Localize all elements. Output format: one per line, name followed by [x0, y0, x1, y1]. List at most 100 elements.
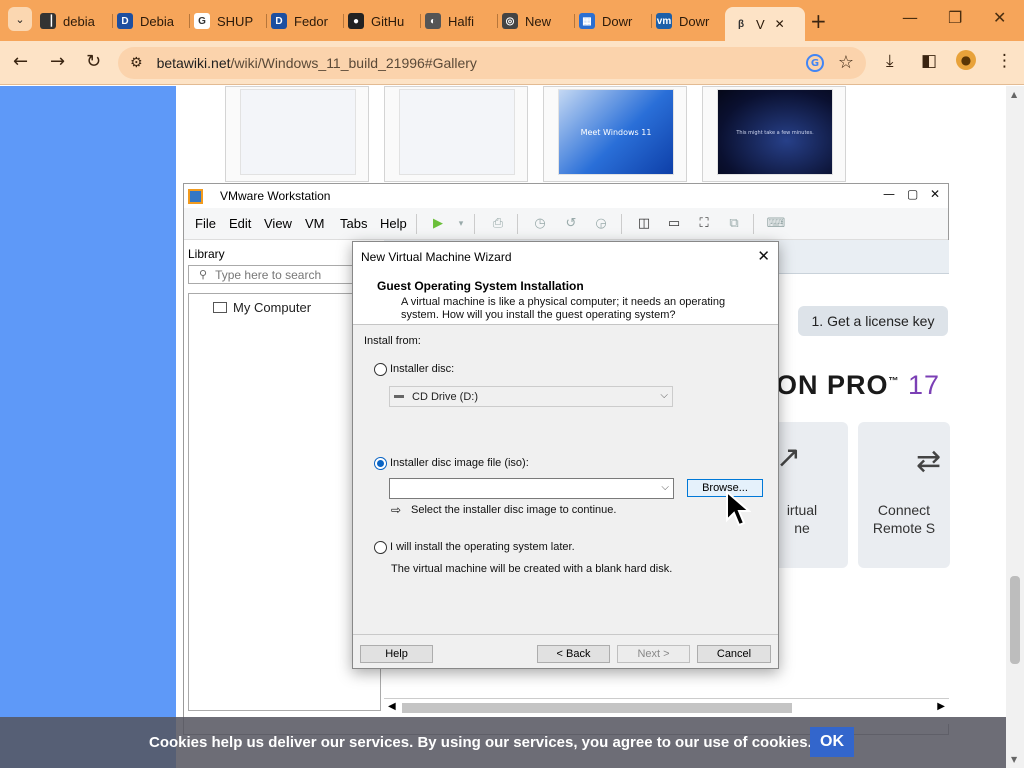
iso-path-input[interactable]: ⌵	[389, 478, 674, 499]
back-button[interactable]: < Back	[537, 645, 610, 663]
bookmark-star-icon[interactable]: ☆	[838, 52, 854, 73]
connect-remote-server-card[interactable]: ⇄ Connect Remote S	[858, 422, 950, 568]
product-name: ON PRO	[776, 370, 889, 400]
menu-icon[interactable]: ⋮	[996, 51, 1013, 71]
tab-label: New	[525, 13, 552, 29]
vm-minimize-icon[interactable]: —	[883, 187, 895, 201]
menu-tabs[interactable]: Tabs	[340, 216, 367, 231]
thumbnail-bar-icon[interactable]: ▭	[665, 215, 683, 232]
send-ctrl-alt-del-icon[interactable]: ⎙	[489, 215, 507, 232]
back-icon[interactable]: ←	[13, 51, 28, 72]
revert-snapshot-icon[interactable]: ↺	[562, 215, 580, 232]
side-panel-icon[interactable]: ◧	[921, 51, 937, 71]
chevron-down-icon[interactable]: ⌵	[661, 482, 669, 493]
site-info-icon[interactable]: ⚙	[130, 55, 143, 71]
browser-tab[interactable]: ◐ Halfi	[425, 7, 494, 35]
browser-tab[interactable]: G SHUP	[194, 7, 263, 35]
browser-tab[interactable]: β V ✕	[725, 7, 805, 41]
google-lens-icon[interactable]: G	[806, 54, 824, 72]
cookie-ok-button[interactable]: OK	[810, 727, 854, 757]
wizard-close-icon[interactable]: ✕	[757, 247, 770, 265]
cancel-button[interactable]: Cancel	[697, 645, 771, 663]
scrollbar-thumb[interactable]	[1010, 576, 1020, 664]
gallery-item[interactable]	[225, 86, 369, 182]
power-on-icon[interactable]: ▶	[429, 215, 447, 232]
installer-disc-label[interactable]: Installer disc:	[390, 363, 454, 375]
profile-avatar[interactable]: ●	[956, 50, 976, 70]
d-logo-icon: D	[117, 13, 133, 29]
fullscreen-icon[interactable]: ⛶	[695, 215, 713, 232]
minimize-icon[interactable]: —	[902, 8, 918, 27]
browser-tab[interactable]: ▦ Dowr	[579, 7, 648, 35]
browser-tab[interactable]: ● GitHu	[348, 7, 417, 35]
swap-arrows-icon: ⇄	[916, 444, 942, 479]
tab-label: Halfi	[448, 13, 475, 29]
new-vm-wizard-dialog: New Virtual Machine Wizard ✕ Guest Opera…	[352, 241, 779, 669]
horizontal-scrollbar[interactable]: ◀ ▶	[384, 698, 949, 716]
restore-icon[interactable]: ❐	[948, 8, 962, 27]
create-vm-icon: ↗	[776, 440, 802, 475]
wizard-titlebar[interactable]: New Virtual Machine Wizard ✕	[353, 242, 778, 272]
scroll-down-icon[interactable]: ▼	[1011, 755, 1017, 764]
browser-tab[interactable]: vm Dowr	[656, 7, 725, 35]
install-later-label[interactable]: I will install the operating system late…	[390, 541, 575, 553]
installer-iso-label[interactable]: Installer disc image file (iso):	[390, 457, 529, 469]
url-host: betawiki.net	[156, 55, 231, 71]
radio-installer-disc[interactable]	[374, 363, 387, 376]
downloads-icon[interactable]: ⤓	[886, 51, 894, 71]
menu-help[interactable]: Help	[380, 216, 407, 231]
page-scrollbar[interactable]: ▲ ▼	[1006, 86, 1024, 768]
forward-icon[interactable]: →	[50, 51, 65, 72]
scroll-right-icon[interactable]: ▶	[937, 701, 945, 712]
scroll-left-icon[interactable]: ◀	[388, 701, 396, 712]
browser-tab[interactable]: ▕ debia	[40, 7, 109, 35]
unity-icon[interactable]: ⧉	[725, 215, 743, 232]
show-library-icon[interactable]: ◫	[635, 215, 653, 232]
product-title: ON PRO™ 17	[776, 370, 941, 400]
arrow-right-icon: ⇨	[391, 503, 402, 517]
vm-maximize-icon[interactable]: ▢	[907, 187, 918, 201]
address-bar[interactable]: ⚙ betawiki.net/wiki/Windows_11_build_219…	[118, 47, 866, 79]
menu-edit[interactable]: Edit	[229, 216, 251, 231]
vm-close-icon[interactable]: ✕	[930, 187, 940, 201]
gallery-item[interactable]: Meet Windows 11	[543, 86, 687, 182]
radio-installer-iso[interactable]	[374, 457, 387, 470]
horizontal-scrollbar-thumb[interactable]	[402, 703, 792, 713]
gallery-item[interactable]	[384, 86, 528, 182]
next-button[interactable]: Next >	[617, 645, 690, 663]
tree-item-my-computer[interactable]: My Computer	[213, 300, 311, 315]
tab-separator	[266, 14, 267, 28]
tab-label: Fedor	[294, 13, 328, 29]
menu-vm[interactable]: VM	[305, 216, 325, 231]
toolbar-separator	[621, 214, 622, 234]
tab-search-dropdown-icon[interactable]: ⌄	[8, 7, 32, 31]
reload-icon[interactable]: ↻	[86, 51, 101, 72]
menu-view[interactable]: View	[264, 216, 292, 231]
cd-drive-select[interactable]: ▬ CD Drive (D:) ⌵	[389, 386, 673, 407]
menu-file[interactable]: File	[195, 216, 216, 231]
browser-tab[interactable]: D Fedor	[271, 7, 340, 35]
library-title: Library	[188, 247, 225, 261]
iso-hint: Select the installer disc image to conti…	[411, 504, 617, 516]
close-tab-icon[interactable]: ✕	[775, 17, 785, 31]
install-later-description: The virtual machine will be created with…	[391, 563, 673, 575]
scroll-up-icon[interactable]: ▲	[1011, 90, 1017, 99]
console-view-icon[interactable]: ⌨	[767, 215, 786, 232]
archive-icon: ▕	[40, 13, 56, 29]
gallery-thumbnail-wait: This might take a few minutes.	[717, 89, 833, 175]
get-license-key-button[interactable]: 1. Get a license key	[798, 306, 948, 336]
snapshot-manager-icon[interactable]: ◶	[592, 215, 610, 232]
help-button[interactable]: Help	[360, 645, 433, 663]
cookie-banner: Cookies help us deliver our services. By…	[0, 717, 1006, 768]
snapshot-icon[interactable]: ◷	[531, 215, 549, 232]
close-window-icon[interactable]: ✕	[993, 8, 1006, 27]
browser-tab[interactable]: ◎ New	[502, 7, 571, 35]
power-dropdown-icon[interactable]: ▾	[452, 215, 470, 232]
browser-tab[interactable]: D Debia	[117, 7, 186, 35]
url-path: /wiki/Windows_11_build_21996#Gallery	[230, 55, 477, 71]
vmware-titlebar[interactable]: VMware Workstation	[184, 184, 948, 208]
gallery-item[interactable]: This might take a few minutes.	[702, 86, 846, 182]
new-tab-button[interactable]: +	[810, 9, 827, 33]
radio-install-later[interactable]	[374, 541, 387, 554]
mouse-cursor-icon	[726, 490, 751, 527]
